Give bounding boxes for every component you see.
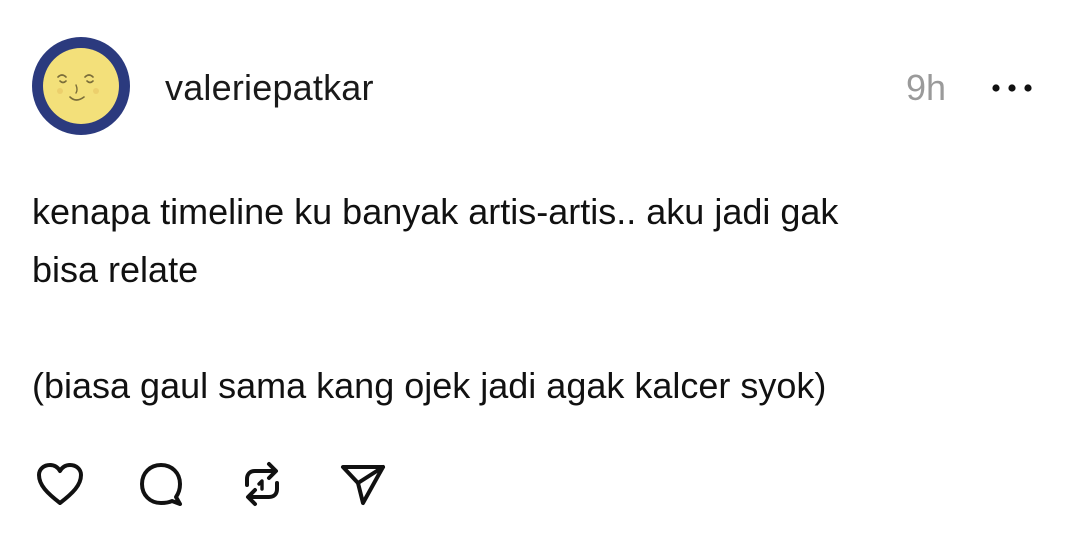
avatar[interactable] [32, 37, 130, 135]
post-text-line: kenapa timeline ku banyak artis-artis.. … [32, 191, 839, 232]
reply-button[interactable] [133, 456, 189, 512]
post-text-line: bisa relate [32, 249, 199, 290]
more-horizontal-icon [992, 84, 1032, 92]
like-button[interactable] [32, 456, 88, 512]
username[interactable]: valeriepatkar [165, 66, 374, 110]
action-bar [32, 452, 391, 516]
post-body: kenapa timeline ku banyak artis-artis.. … [32, 183, 1032, 415]
post-text-line: (biasa gaul sama kang ojek jadi agak kal… [32, 365, 827, 406]
repost-icon [245, 462, 279, 506]
timestamp: 9h [905, 67, 946, 108]
thread-post: valeriepatkar 9h kenapa timeline ku bany… [0, 0, 1080, 551]
comment-icon [140, 463, 182, 506]
sleepy-moon-face-icon [43, 48, 119, 124]
heart-icon [37, 463, 83, 505]
share-button[interactable] [335, 456, 391, 512]
more-options-button[interactable] [986, 74, 1038, 102]
repost-button[interactable] [234, 456, 290, 512]
send-icon [341, 465, 385, 505]
